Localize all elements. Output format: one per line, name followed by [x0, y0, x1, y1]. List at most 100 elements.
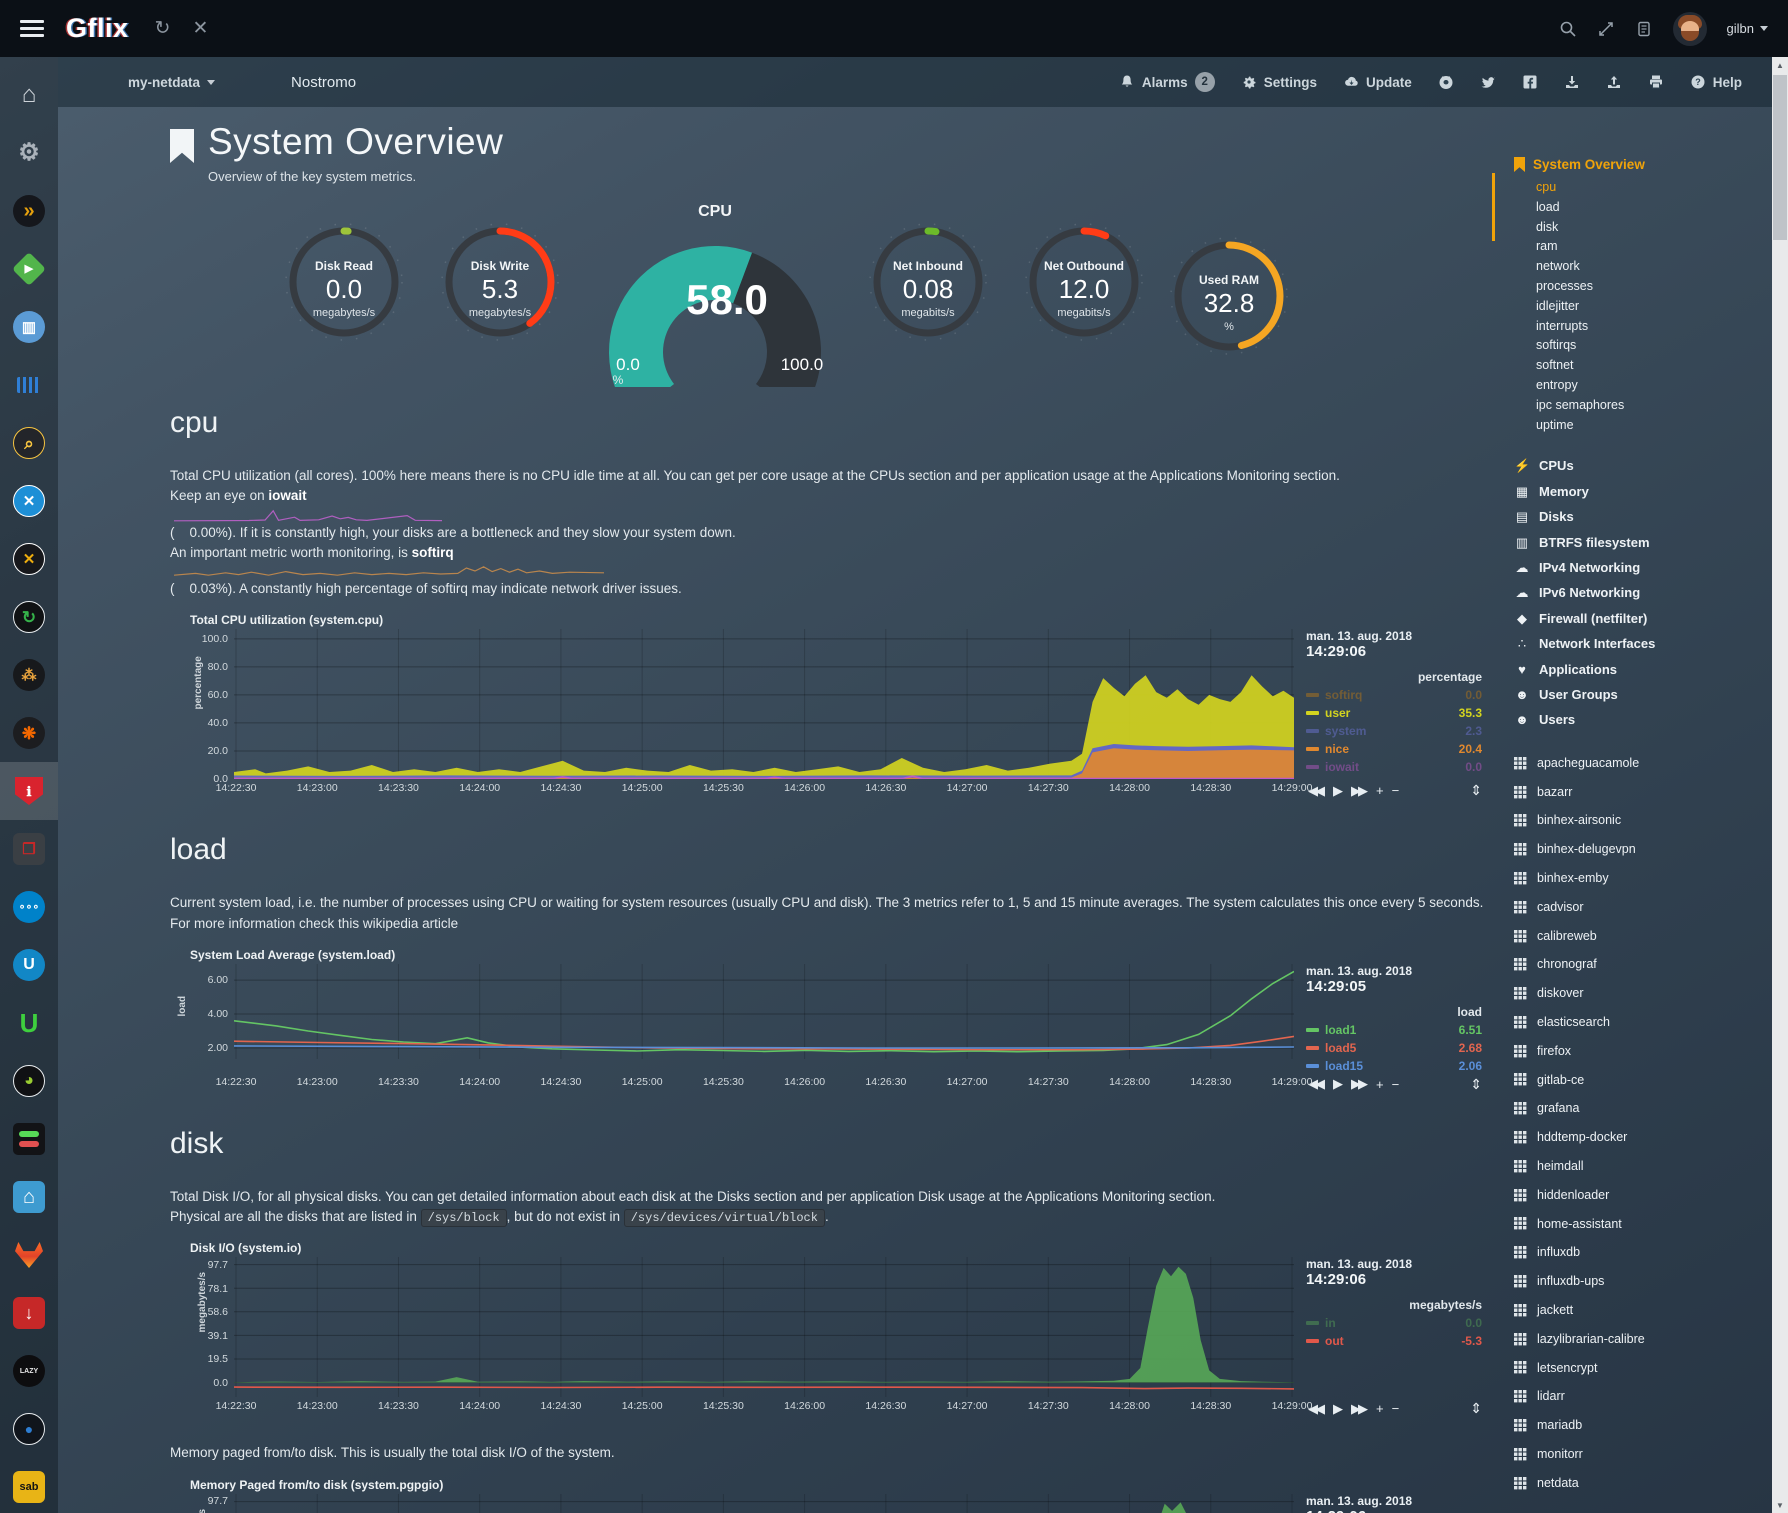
- gitlab-icon[interactable]: [0, 1226, 58, 1284]
- menu-section-firewall-netfilter-[interactable]: ◆Firewall (netfilter): [1514, 606, 1772, 631]
- fullscreen-icon[interactable]: [1597, 20, 1615, 38]
- menu-item-processes[interactable]: processes: [1536, 277, 1772, 297]
- settings-gear-icon[interactable]: ⚙: [0, 124, 58, 182]
- menu-item-disk[interactable]: disk: [1536, 218, 1772, 238]
- cpu-plot-area[interactable]: [234, 629, 1294, 779]
- refresh-icon[interactable]: ↻: [155, 19, 171, 38]
- menu-app-netdata[interactable]: netdata: [1514, 1469, 1772, 1498]
- play-button[interactable]: ▶: [1333, 1076, 1340, 1092]
- update-button[interactable]: Update: [1343, 74, 1412, 90]
- green-swirl-icon[interactable]: ↻: [0, 588, 58, 646]
- scrollbar-thumb[interactable]: [1773, 75, 1787, 240]
- menu-app-lazylibrarian-calibre[interactable]: lazylibrarian-calibre: [1514, 1325, 1772, 1354]
- print-icon[interactable]: [1648, 74, 1664, 90]
- green-u-icon[interactable]: U: [0, 994, 58, 1052]
- load-plot-area[interactable]: [234, 964, 1294, 1073]
- play-button[interactable]: ▶: [1333, 1401, 1340, 1417]
- cubes-icon[interactable]: ❒: [0, 820, 58, 878]
- brand-logo[interactable]: Gflix: [66, 13, 129, 44]
- pan-forward-button[interactable]: ▶▶: [1351, 1401, 1365, 1417]
- menu-item-ipc-semaphores[interactable]: ipc semaphores: [1536, 396, 1772, 416]
- nextcloud-icon[interactable]: ∘∘∘: [0, 878, 58, 936]
- zoom-in-button[interactable]: +: [1376, 783, 1381, 798]
- zoom-in-button[interactable]: +: [1376, 1401, 1381, 1416]
- drop-icon[interactable]: ●: [0, 1400, 58, 1458]
- jackett-icon[interactable]: ⌕: [0, 414, 58, 472]
- scroll-up-button[interactable]: ▲: [1772, 57, 1788, 73]
- menu-section-ipv6-networking[interactable]: ☁IPv6 Networking: [1514, 580, 1772, 605]
- load-legend-item-load1[interactable]: load16.51: [1306, 1023, 1482, 1037]
- menu-section-applications[interactable]: ♥Applications: [1514, 657, 1772, 682]
- menu-item-ram[interactable]: ram: [1536, 237, 1772, 257]
- menu-app-calibreweb[interactable]: calibreweb: [1514, 922, 1772, 951]
- search-icon[interactable]: [1559, 20, 1577, 38]
- menu-app-binhex-delugevpn[interactable]: binhex-delugevpn: [1514, 835, 1772, 864]
- lazylibrarian-icon[interactable]: LAZY: [0, 1342, 58, 1400]
- menu-section-btrfs-filesystem[interactable]: ▥BTRFS filesystem: [1514, 530, 1772, 555]
- airsonic-icon[interactable]: [0, 356, 58, 414]
- pgpg-plot-area[interactable]: [234, 1494, 1294, 1513]
- user-menu[interactable]: gilbn: [1727, 21, 1768, 36]
- vertical-scrollbar[interactable]: ▲ ▼: [1772, 57, 1788, 1513]
- menu-item-softnet[interactable]: softnet: [1536, 356, 1772, 376]
- unifi-icon[interactable]: U: [0, 936, 58, 994]
- menu-app-grafana[interactable]: grafana: [1514, 1094, 1772, 1123]
- cpu-legend-item-iowait[interactable]: iowait0.0: [1306, 760, 1482, 774]
- menu-item-cpu[interactable]: cpu: [1536, 178, 1772, 198]
- menu-app-hddtemp-docker[interactable]: hddtemp-docker: [1514, 1123, 1772, 1152]
- library-icon[interactable]: ▥: [0, 298, 58, 356]
- load-legend-item-load5[interactable]: load52.68: [1306, 1041, 1482, 1055]
- menu-app-influxdb[interactable]: influxdb: [1514, 1238, 1772, 1267]
- cpu-legend-item-nice[interactable]: nice20.4: [1306, 742, 1482, 756]
- app-x-blue-icon[interactable]: ✕: [0, 472, 58, 530]
- menu-app-diskover[interactable]: diskover: [1514, 979, 1772, 1008]
- changelog-icon[interactable]: [1635, 20, 1653, 38]
- home-assistant-icon[interactable]: ⌂: [0, 1168, 58, 1226]
- monitorr-status-icon[interactable]: [0, 1110, 58, 1168]
- zoom-out-button[interactable]: −: [1392, 783, 1397, 798]
- load-legend-item-load15[interactable]: load152.06: [1306, 1059, 1482, 1073]
- zoom-out-button[interactable]: −: [1392, 1077, 1397, 1092]
- pan-forward-button[interactable]: ▶▶: [1351, 783, 1365, 799]
- github-icon[interactable]: [1438, 74, 1454, 90]
- menu-item-uptime[interactable]: uptime: [1536, 416, 1772, 436]
- cpu-legend-item-system[interactable]: system2.3: [1306, 724, 1482, 738]
- sab-icon[interactable]: sab: [0, 1458, 58, 1513]
- menu-app-influxdb-ups[interactable]: influxdb-ups: [1514, 1267, 1772, 1296]
- menu-item-interrupts[interactable]: interrupts: [1536, 317, 1772, 337]
- emby-icon[interactable]: ▶: [0, 240, 58, 298]
- menu-app-monitorr[interactable]: monitorr: [1514, 1440, 1772, 1469]
- app-x-yellow-icon[interactable]: ✕: [0, 530, 58, 588]
- menu-app-lidarr[interactable]: lidarr: [1514, 1382, 1772, 1411]
- menu-app-elasticsearch[interactable]: elasticsearch: [1514, 1008, 1772, 1037]
- cpu-legend-item-user[interactable]: user35.3: [1306, 706, 1482, 720]
- lounge-icon[interactable]: ◕: [0, 1052, 58, 1110]
- zoom-out-button[interactable]: −: [1392, 1401, 1397, 1416]
- disk-plot-area[interactable]: [234, 1257, 1294, 1397]
- menu-app-hiddenloader[interactable]: hiddenloader: [1514, 1181, 1772, 1210]
- home-icon[interactable]: ⌂: [0, 66, 58, 124]
- close-icon[interactable]: ✕: [192, 19, 208, 38]
- plex-icon[interactable]: »: [0, 182, 58, 240]
- menu-app-mariadb[interactable]: mariadb: [1514, 1411, 1772, 1440]
- pan-forward-button[interactable]: ▶▶: [1351, 1076, 1365, 1092]
- menu-app-apacheguacamole[interactable]: apacheguacamole: [1514, 749, 1772, 778]
- menu-item-softirqs[interactable]: softirqs: [1536, 336, 1772, 356]
- menu-app-home-assistant[interactable]: home-assistant: [1514, 1210, 1772, 1239]
- hamburger-menu-icon[interactable]: [20, 20, 44, 37]
- molecule-icon[interactable]: ⁂: [0, 646, 58, 704]
- menu-app-gitlab-ce[interactable]: gitlab-ce: [1514, 1066, 1772, 1095]
- resize-handle[interactable]: ⇕: [1470, 782, 1482, 799]
- menu-app-binhex-airsonic[interactable]: binhex-airsonic: [1514, 806, 1772, 835]
- menu-item-idlejitter[interactable]: idlejitter: [1536, 297, 1772, 317]
- menu-app-bazarr[interactable]: bazarr: [1514, 778, 1772, 807]
- twitter-icon[interactable]: [1480, 74, 1496, 90]
- alarms-button[interactable]: Alarms 2: [1119, 72, 1215, 92]
- menu-section-users[interactable]: ☻Users: [1514, 707, 1772, 732]
- settings-button[interactable]: Settings: [1241, 74, 1317, 90]
- download-app-icon[interactable]: ↓: [0, 1284, 58, 1342]
- facebook-icon[interactable]: [1522, 74, 1538, 90]
- menu-section-memory[interactable]: ▦Memory: [1514, 479, 1772, 504]
- disk-legend-item-out[interactable]: out-5.3: [1306, 1334, 1482, 1348]
- menu-app-firefox[interactable]: firefox: [1514, 1037, 1772, 1066]
